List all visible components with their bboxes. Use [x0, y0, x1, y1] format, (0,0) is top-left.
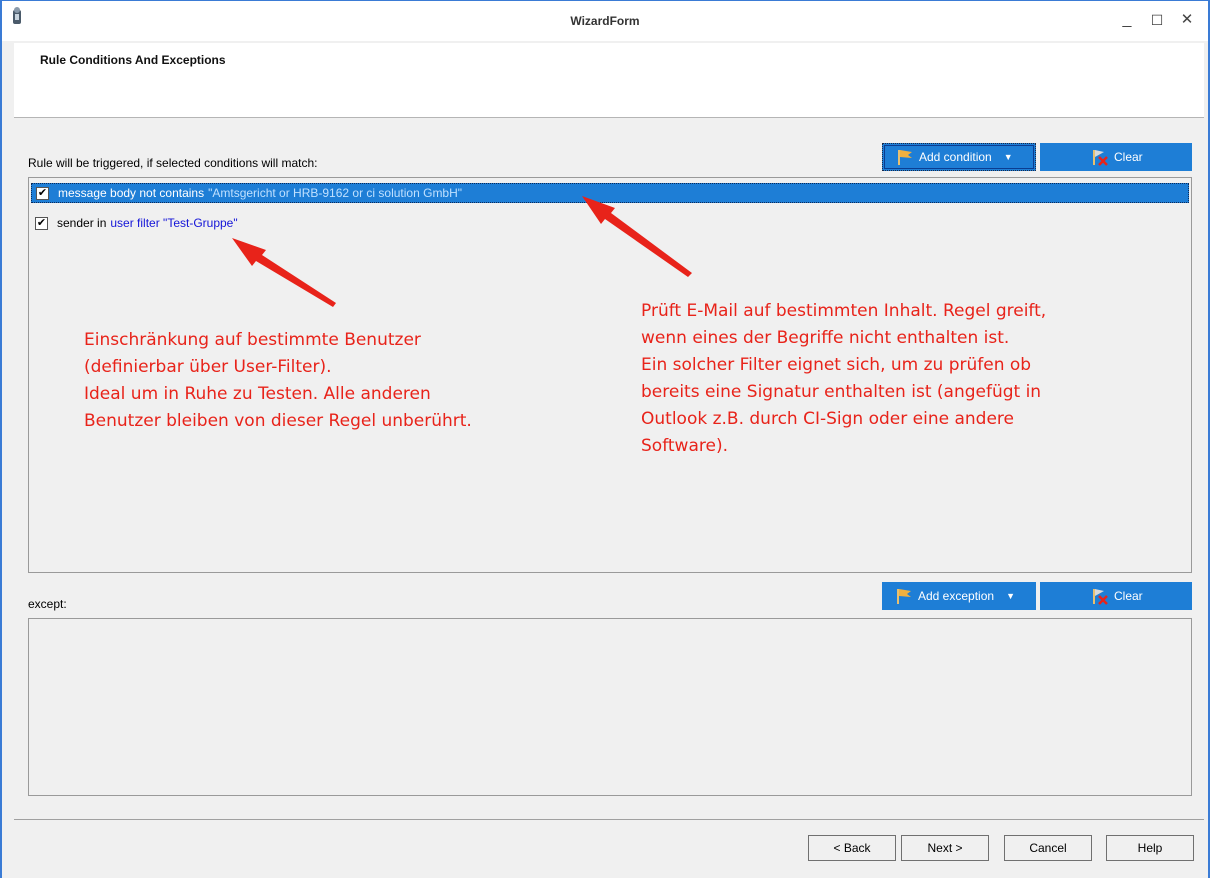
annotation-line: Ein solcher Filter eignet sich, um zu pr… — [641, 355, 1032, 375]
annotation-left: Einschränkung auf bestimmte Benutzer (de… — [84, 327, 472, 435]
annotation-line: (definierbar über User-Filter). — [84, 357, 332, 377]
arrow-to-user-filter — [232, 238, 336, 307]
annotation-line: wenn eines der Begriffe nicht enthalten … — [641, 328, 1010, 348]
annotation-line: Prüft E-Mail auf bestimmten Inhalt. Rege… — [641, 301, 1047, 321]
annotation-line: Software). — [641, 436, 728, 456]
annotation-right: Prüft E-Mail auf bestimmten Inhalt. Rege… — [641, 298, 1046, 460]
annotation-line: Benutzer bleiben von dieser Regel unberü… — [84, 411, 472, 431]
annotation-line: Einschränkung auf bestimmte Benutzer — [84, 330, 421, 350]
arrow-to-message-body — [582, 196, 692, 277]
annotation-line: Ideal um in Ruhe zu Testen. Alle anderen — [84, 384, 431, 404]
annotation-line: Outlook z.B. durch CI-Sign oder eine and… — [641, 409, 1014, 429]
annotation-line: bereits eine Signatur enthalten ist (ang… — [641, 382, 1042, 402]
